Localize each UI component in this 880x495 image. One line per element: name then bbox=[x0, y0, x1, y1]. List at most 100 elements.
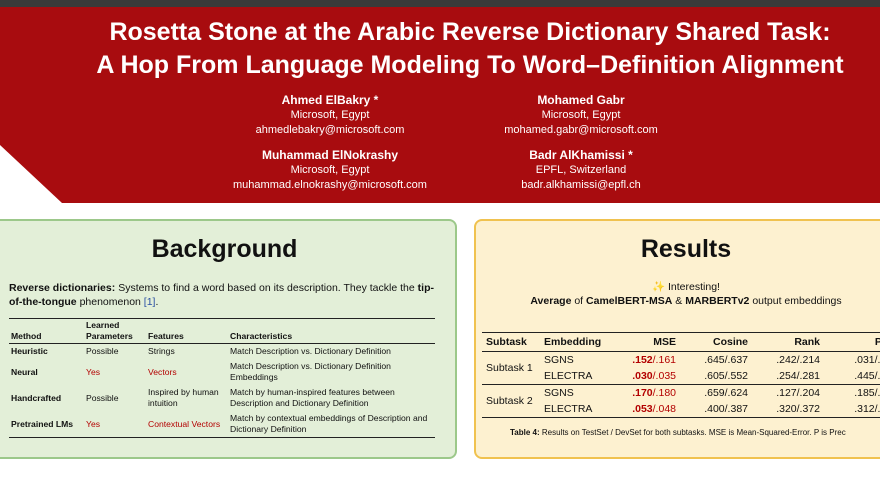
mse-dev: /.161 bbox=[652, 354, 676, 366]
cosine-cell: .659/.624 bbox=[704, 387, 748, 399]
background-heading: Background bbox=[151, 235, 298, 263]
avg-suffix: output embeddings bbox=[749, 295, 842, 307]
mse-test: .170 bbox=[632, 387, 653, 399]
column-header: Rank bbox=[752, 332, 824, 352]
intro-tail: phenomenon bbox=[76, 296, 144, 308]
method-cell: Handcrafted bbox=[11, 392, 62, 403]
caption-text: Results on TestSet / DevSet for both sub… bbox=[539, 428, 846, 437]
caption-label: Table 4: bbox=[510, 428, 540, 437]
cosine-cell: .400/.387 bbox=[680, 401, 752, 418]
methods-table: Method Learned Parameters Features Chara… bbox=[9, 318, 435, 438]
title-line-1: Rosetta Stone at the Arabic Reverse Dict… bbox=[109, 18, 831, 46]
characteristics-cell: Match Description vs. Dictionary Definit… bbox=[230, 361, 391, 382]
mse-test: .053 bbox=[632, 403, 653, 415]
mse-dev: /.048 bbox=[652, 403, 676, 415]
characteristics-cell: Match by contextual embeddings of Descri… bbox=[228, 411, 435, 438]
author-org: EPFL, Switzerland bbox=[535, 164, 627, 176]
top-bar bbox=[0, 0, 880, 7]
p1-cell: .445/.414 bbox=[824, 368, 880, 385]
method-cell: Heuristic bbox=[11, 346, 48, 356]
features-cell: Inspired by human intuition bbox=[148, 387, 219, 408]
results-panel: Results ✨ Interesting! Average of CamelB… bbox=[474, 219, 880, 459]
author-email: badr.alkhamissi@epfl.ch bbox=[521, 178, 641, 191]
interesting-text: Interesting! bbox=[665, 281, 720, 293]
model-name: MARBERTv2 bbox=[685, 295, 750, 307]
mse-cell: .030/.035 bbox=[608, 368, 680, 385]
features-cell: Contextual Vectors bbox=[146, 411, 228, 438]
learned-cell: Possible bbox=[86, 392, 119, 403]
cosine-cell: .645/.637 bbox=[704, 354, 748, 366]
learned-cell: Yes bbox=[84, 411, 146, 438]
mse-test: .152 bbox=[632, 354, 653, 366]
column-header: P@1 bbox=[824, 332, 880, 352]
characteristics-cell: Match Description vs. Dictionary Definit… bbox=[230, 346, 391, 356]
mse-test: .030 bbox=[632, 370, 653, 382]
table-header-row: Method Learned Parameters Features Chara… bbox=[9, 318, 435, 344]
learned-cell: Possible bbox=[86, 346, 119, 356]
p1-cell: .185/.120 bbox=[854, 387, 880, 399]
intro-end: . bbox=[155, 296, 159, 308]
author-name: Muhammad ElNokrashy bbox=[261, 148, 399, 162]
author-block-4: Badr AlKhamissi * EPFL, Switzerland badr… bbox=[461, 148, 701, 192]
mse-cell: .152/.161 bbox=[608, 352, 680, 369]
embedding-cell: ELECTRA bbox=[540, 368, 608, 385]
features-cell: Strings bbox=[148, 346, 175, 356]
sparkle-icon: ✨ bbox=[652, 281, 666, 293]
model-name: CamelBERT-MSA bbox=[586, 295, 673, 307]
interesting-note: ✨ Interesting! bbox=[476, 280, 880, 294]
column-header: Subtask bbox=[482, 332, 540, 352]
column-header: MSE bbox=[608, 332, 680, 352]
column-header: Method bbox=[9, 318, 84, 344]
table-row: Subtask 1 SGNS .152/.161 .645/.637 .242/… bbox=[482, 351, 880, 385]
column-header: Learned Parameters bbox=[84, 318, 146, 344]
table-row: Heuristic Possible Strings Match Descrip… bbox=[9, 344, 435, 360]
mse-dev: /.035 bbox=[652, 370, 676, 382]
features-cell: Vectors bbox=[148, 366, 177, 377]
author-org: Microsoft, Egypt bbox=[290, 109, 370, 121]
characteristics-cell: Match by human-inspired features between… bbox=[230, 387, 395, 408]
table-header-row: Subtask Embedding MSE Cosine Rank P@1 bbox=[482, 332, 880, 352]
author-block-1: Ahmed ElBakry * Microsoft, Egypt ahmedle… bbox=[210, 93, 450, 137]
column-header: Embedding bbox=[540, 332, 608, 352]
subtask-cell: Subtask 1 bbox=[482, 351, 540, 385]
author-block-3: Muhammad ElNokrashy Microsoft, Egypt muh… bbox=[210, 148, 450, 192]
column-header: Characteristics bbox=[228, 318, 435, 344]
embedding-cell: ELECTRA bbox=[540, 401, 608, 418]
results-table: Subtask Embedding MSE Cosine Rank P@1 Su… bbox=[482, 332, 880, 418]
mse-cell: .170/.180 bbox=[608, 385, 680, 402]
author-name: Badr AlKhamissi * bbox=[529, 148, 633, 162]
table-row: Pretrained LMs Yes Contextual Vectors Ma… bbox=[9, 411, 435, 438]
subtask-cell: Subtask 2 bbox=[482, 384, 540, 418]
avg-mid: & bbox=[672, 295, 686, 307]
rank-cell: .242/.214 bbox=[776, 354, 820, 366]
mse-dev: /.180 bbox=[652, 387, 676, 399]
background-panel: Background Reverse dictionaries: Systems… bbox=[0, 219, 457, 459]
table-row: ELECTRA .030/.035 .605/.552 .254/.281 .4… bbox=[482, 368, 880, 385]
rank-cell: .254/.281 bbox=[752, 368, 824, 385]
author-name: Ahmed ElBakry * bbox=[281, 93, 379, 107]
author-org: Microsoft, Egypt bbox=[541, 109, 621, 121]
table-row: Handcrafted Possible Inspired by human i… bbox=[9, 385, 435, 411]
p1-cell: .031/.034 bbox=[854, 354, 880, 366]
rank-cell: .127/.204 bbox=[776, 387, 820, 399]
background-intro: Reverse dictionaries: Systems to find a … bbox=[9, 281, 434, 309]
embedding-cell: SGNS bbox=[544, 354, 574, 366]
author-email: mohamed.gabr@microsoft.com bbox=[504, 123, 658, 136]
author-block-2: Mohamed Gabr Microsoft, Egypt mohamed.ga… bbox=[461, 93, 701, 137]
table-row: ELECTRA .053/.048 .400/.387 .320/.372 .3… bbox=[482, 401, 880, 418]
table-row: Neural Yes Vectors Match Description vs.… bbox=[9, 359, 435, 385]
embedding-cell: SGNS bbox=[544, 387, 574, 399]
mse-cell: .053/.048 bbox=[608, 401, 680, 418]
table-row: Subtask 2 SGNS .170/.180 .659/.624 .127/… bbox=[482, 384, 880, 418]
results-heading: Results bbox=[640, 235, 732, 263]
author-org: Microsoft, Egypt bbox=[290, 164, 370, 176]
p1-cell: .312/.316 bbox=[824, 401, 880, 418]
rank-cell: .320/.372 bbox=[752, 401, 824, 418]
author-name: Mohamed Gabr bbox=[537, 93, 625, 107]
table-caption: Table 4: Results on TestSet / DevSet for… bbox=[510, 428, 880, 437]
method-cell: Pretrained LMs bbox=[9, 411, 84, 438]
poster-title: Rosetta Stone at the Arabic Reverse Dict… bbox=[60, 16, 880, 82]
citation-link[interactable]: [1] bbox=[144, 296, 156, 308]
column-header: Features bbox=[146, 318, 228, 344]
avg-mid: of bbox=[571, 295, 587, 307]
